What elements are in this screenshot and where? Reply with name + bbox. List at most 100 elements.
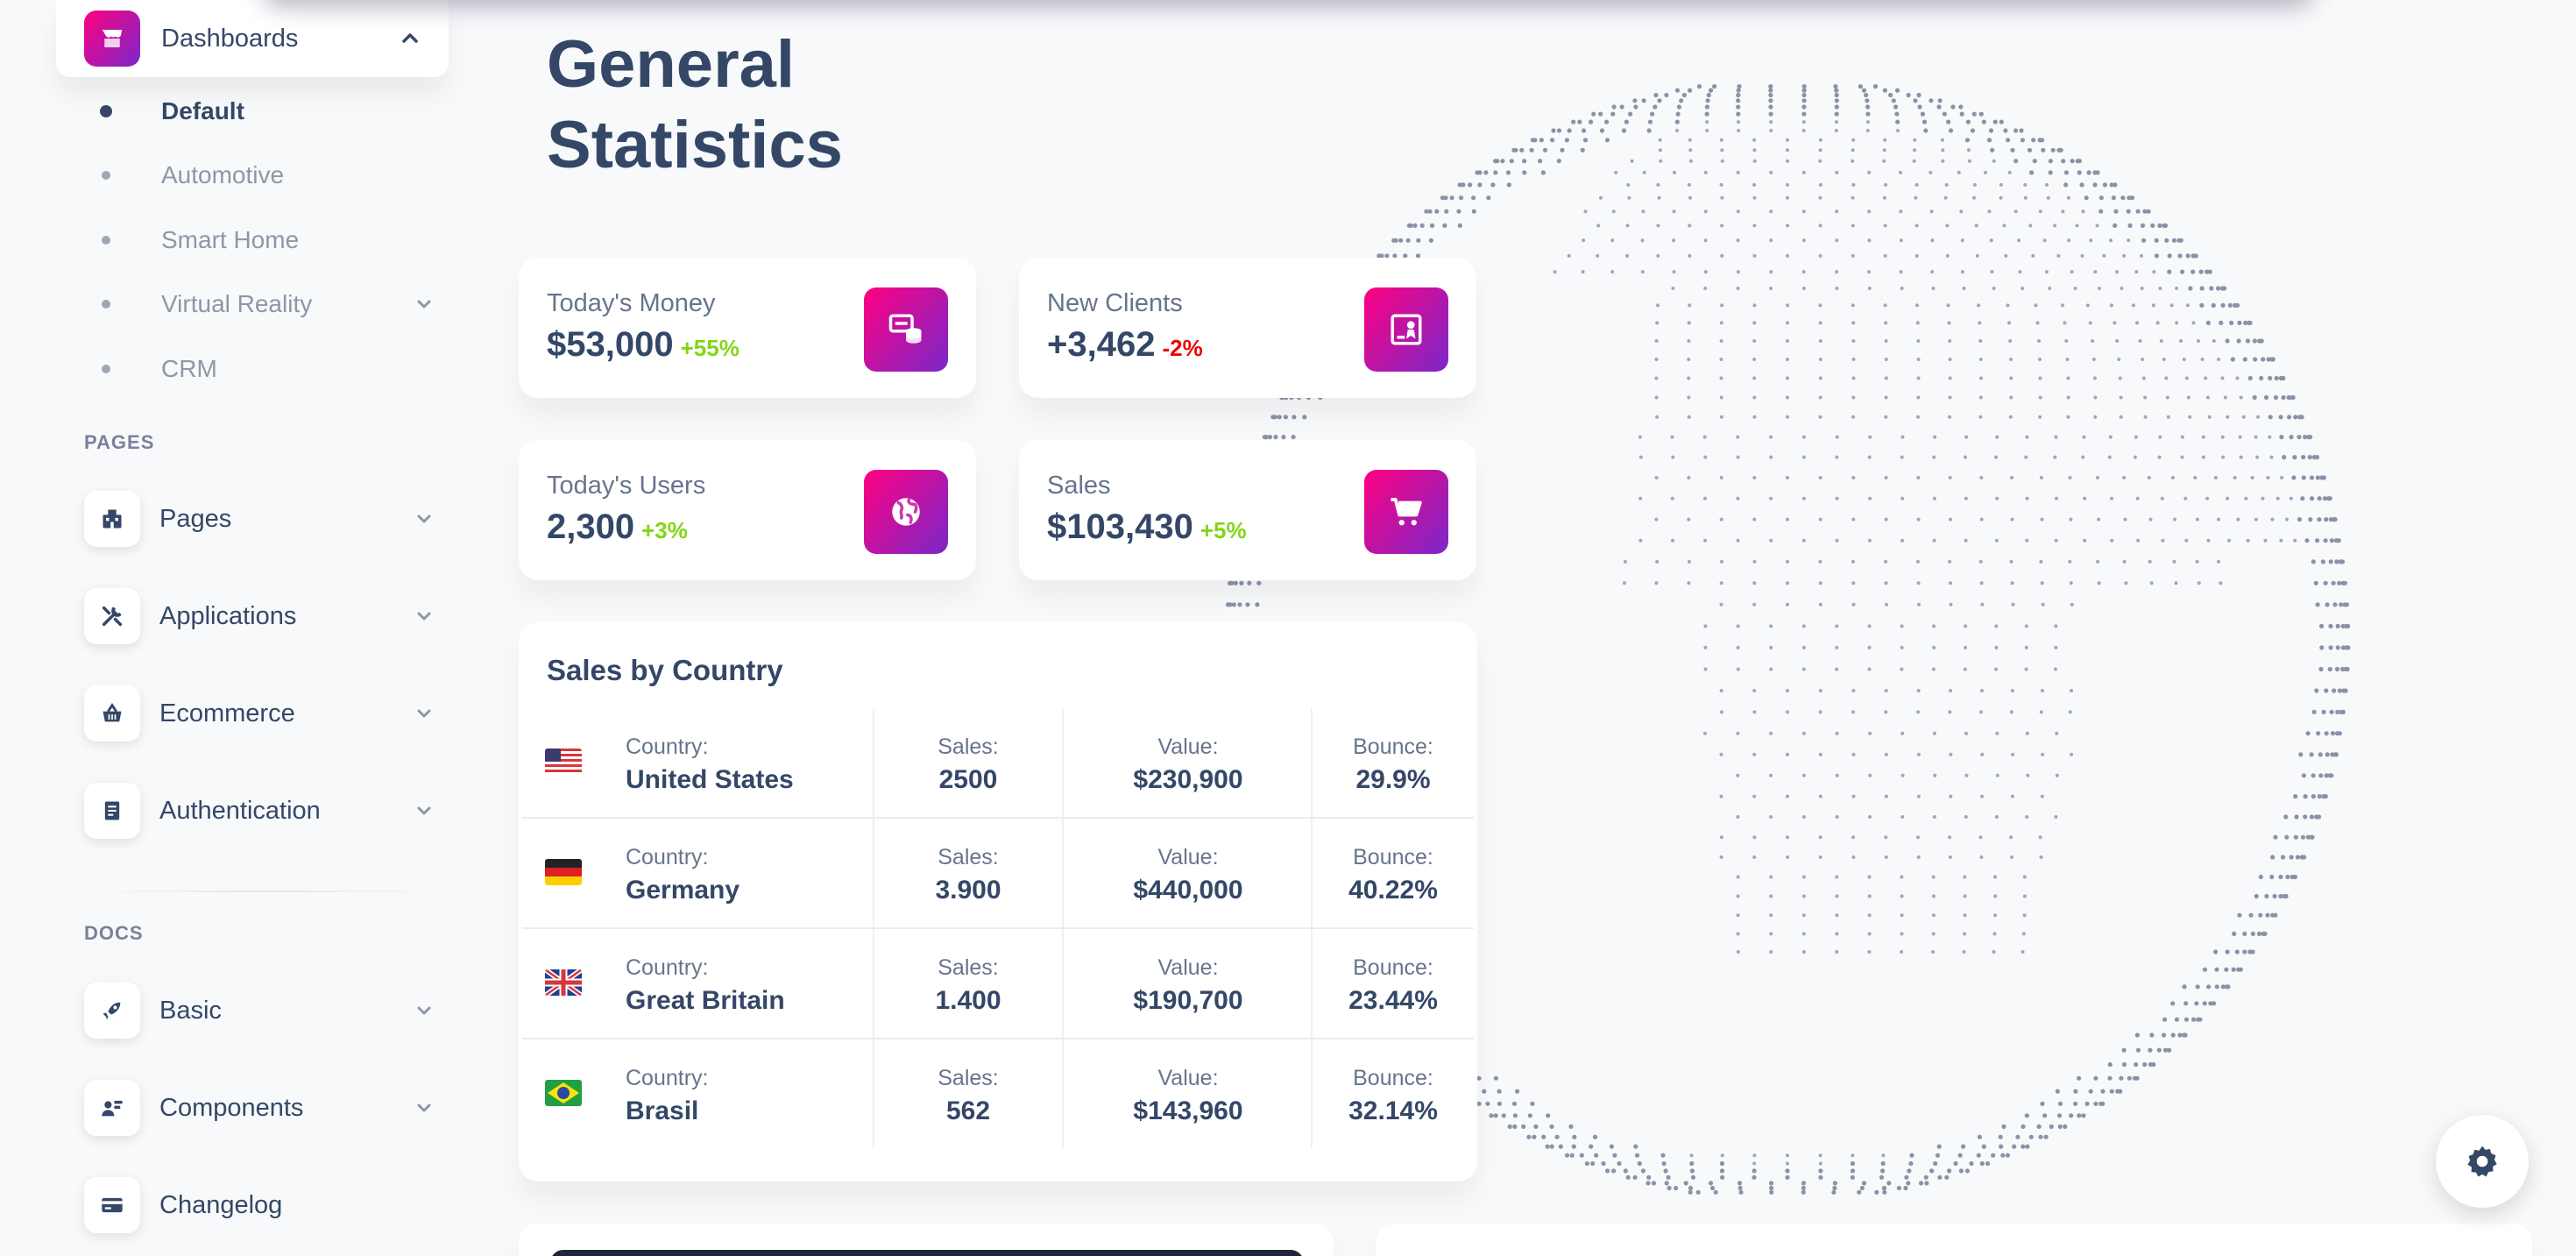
- globe-dot: [1483, 170, 1489, 175]
- globe-dot: [1835, 209, 1839, 214]
- globe-dot: [2175, 287, 2178, 290]
- sidebar-subitem-smart-home[interactable]: Smart Home: [84, 208, 435, 273]
- globe-dot: [2216, 286, 2221, 291]
- globe-dot: [2303, 794, 2308, 799]
- table-row[interactable]: Country: Germany Sales: 3.900 Value: $44…: [522, 819, 1474, 929]
- globe-dot: [2054, 538, 2058, 543]
- globe-dot: [2324, 517, 2329, 522]
- globe-dot: [1688, 303, 1692, 308]
- globe-dot: [2061, 209, 2065, 214]
- globe-dot: [1444, 209, 1449, 214]
- globe-dot: [2226, 496, 2230, 500]
- globe-dot: [2234, 949, 2240, 954]
- globe-dot: [2018, 270, 2022, 274]
- sidebar-item-label: Applications: [159, 601, 297, 630]
- globe-dot: [1681, 92, 1687, 98]
- sidebar-subitem-virtual-reality[interactable]: Virtual Reality: [84, 273, 435, 337]
- globe-dot: [1501, 1113, 1506, 1118]
- globe-dot: [2164, 376, 2169, 380]
- globe-dot: [1948, 835, 1952, 840]
- bullet-icon: [102, 171, 110, 181]
- globe-dot: [2278, 874, 2283, 880]
- globe-dot: [1736, 88, 1741, 93]
- settings-button[interactable]: [2436, 1115, 2529, 1208]
- globe-dot: [2040, 581, 2044, 585]
- globe-dot: [1894, 111, 1900, 117]
- sidebar-item-basic[interactable]: Basic: [84, 983, 435, 1039]
- globe-dot: [2038, 1134, 2043, 1139]
- table-row[interactable]: Country: Brasil Sales: 562 Value: $143,9…: [522, 1040, 1474, 1150]
- chart-header-bar: [550, 1250, 1304, 1256]
- sidebar-item-authentication[interactable]: Authentication: [84, 783, 435, 839]
- globe-dot: [1273, 435, 1278, 440]
- globe-dot: [1801, 894, 1806, 898]
- sidebar-item-changelog[interactable]: Changelog: [84, 1177, 435, 1233]
- globe-dot: [1964, 773, 1969, 777]
- table-row[interactable]: Country: Great Britain Sales: 1.400 Valu…: [522, 929, 1474, 1040]
- cell-value: 32.14%: [1348, 1096, 1438, 1125]
- globe-dot: [2300, 834, 2306, 840]
- globe-dot: [1611, 104, 1617, 110]
- globe-dot: [2193, 253, 2198, 259]
- globe-dot: [2258, 874, 2263, 880]
- cell-value: 1.400: [935, 986, 1001, 1015]
- table-row[interactable]: Country: United States Sales: 2500 Value…: [522, 708, 1474, 819]
- globe-dot: [1858, 84, 1863, 89]
- sidebar-subitem-default[interactable]: Default: [84, 79, 435, 144]
- globe-dot: [1962, 950, 1966, 954]
- globe-dot: [1564, 138, 1569, 143]
- globe-dot: [2098, 287, 2101, 290]
- globe-dot: [2234, 302, 2240, 308]
- globe-dot: [2055, 1089, 2060, 1094]
- globe-dot: [2207, 415, 2212, 419]
- globe-dot: [2041, 602, 2045, 607]
- globe-dot: [1834, 92, 1839, 98]
- globe-dot: [1688, 159, 1693, 163]
- globe-dot: [1851, 395, 1856, 400]
- globe-dot: [2035, 321, 2040, 325]
- globe-dot: [1736, 538, 1740, 543]
- globe-dot: [2335, 623, 2340, 629]
- sidebar-item-ecommerce[interactable]: Ecommerce: [84, 685, 435, 742]
- globe-dot: [1801, 875, 1806, 879]
- stat-card-todays-money: Today's Money $53,000 +55%: [519, 258, 976, 398]
- globe-dot: [1719, 517, 1723, 522]
- globe-dot: [2295, 855, 2300, 860]
- sidebar-item-applications[interactable]: Applications: [84, 588, 435, 644]
- globe-dot: [2345, 666, 2350, 672]
- globe-dot: [1900, 950, 1904, 954]
- sidebar-item-components[interactable]: Components: [84, 1080, 435, 1136]
- globe-dot: [2342, 580, 2347, 585]
- globe-dot: [1654, 581, 1659, 585]
- globe-dot: [2025, 815, 2029, 819]
- office-icon: [84, 491, 140, 547]
- globe-dot: [1719, 339, 1723, 343]
- chevron-down-icon: [417, 514, 431, 523]
- globe-dot: [1851, 182, 1856, 187]
- globe-dot: [1736, 209, 1740, 214]
- globe-dot: [1958, 104, 1964, 110]
- globe-dot: [2289, 435, 2294, 440]
- globe-dot: [1769, 170, 1773, 174]
- globe-dot: [2329, 773, 2334, 778]
- sidebar-subitem-crm[interactable]: CRM: [84, 337, 435, 401]
- globe-dot: [2217, 517, 2220, 522]
- globe-dot: [2135, 496, 2140, 500]
- globe-dot: [2266, 476, 2270, 479]
- globe-dot: [2332, 517, 2338, 522]
- globe-dot: [2195, 517, 2199, 522]
- globe-dot: [1959, 209, 1964, 214]
- globe-dot: [2061, 159, 2066, 164]
- sidebar-item-pages[interactable]: Pages: [84, 491, 435, 547]
- sidebar-subitem-automotive[interactable]: Automotive: [84, 144, 435, 209]
- globe-dot: [2053, 667, 2057, 671]
- globe-dot: [1710, 1185, 1716, 1191]
- globe-dot: [1719, 1160, 1725, 1167]
- gb-flag-icon: [545, 969, 582, 996]
- globe-dot: [1914, 182, 1919, 187]
- globe-dot: [1984, 170, 1987, 174]
- sidebar-item-dashboards[interactable]: Dashboards: [56, 0, 449, 77]
- globe-dot: [1500, 159, 1505, 164]
- globe-dot: [1611, 1168, 1617, 1174]
- globe-dot: [1900, 287, 1904, 290]
